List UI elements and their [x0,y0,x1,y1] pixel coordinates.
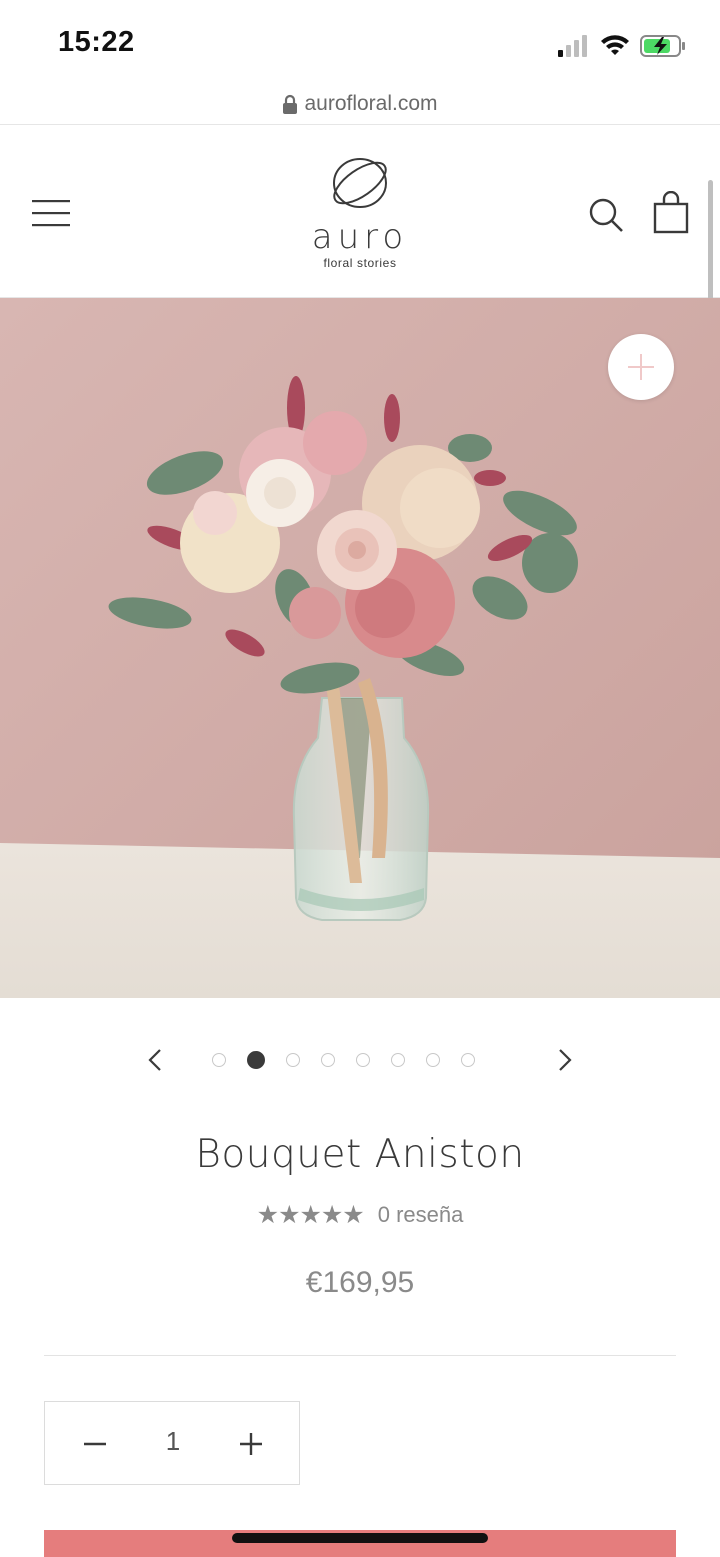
quantity-stepper: 1 [44,1401,300,1485]
brand-logo[interactable]: auro floral stories [290,155,430,270]
divider [44,1355,676,1356]
chevron-left-icon [148,1049,161,1071]
product-price: €169,95 [305,1266,415,1299]
quantity-decrease-button[interactable] [75,1424,115,1464]
gallery-next-button[interactable] [550,1044,580,1076]
product-title: Bouquet Aniston [195,1132,525,1177]
browser-address-bar[interactable]: aurofloral.com [0,84,720,125]
gallery-dot[interactable] [426,1053,440,1067]
quantity-increase-button[interactable] [231,1424,271,1464]
status-icons [558,32,686,60]
gallery-navigation [0,1040,720,1080]
gallery-dot[interactable] [286,1053,300,1067]
gallery-dot[interactable] [212,1053,226,1067]
quantity-value[interactable]: 1 [153,1426,193,1457]
wifi-icon [601,35,629,55]
product-rating[interactable]: ★★★★★ 0 reseña [0,1200,720,1230]
signal-icon [558,35,587,57]
site-header: auro floral stories [0,125,720,298]
gallery-dot[interactable] [247,1051,265,1069]
status-bar: 15:22 [0,0,720,84]
brand-name: auro [311,217,409,257]
zoom-plus-icon [628,354,654,380]
product-image[interactable] [0,298,720,998]
search-button[interactable] [586,195,626,235]
zoom-button[interactable] [608,334,674,400]
url-text: aurofloral.com [304,92,438,115]
logo-icon [333,158,387,208]
search-icon [589,198,623,232]
gallery-prev-button[interactable] [140,1044,170,1076]
review-count[interactable]: 0 reseña [378,1202,464,1228]
gallery-dot[interactable] [356,1053,370,1067]
gallery-dots [212,1050,475,1070]
cart-icon [653,190,689,234]
gallery-dot[interactable] [391,1053,405,1067]
menu-icon [32,200,70,227]
gallery-dot[interactable] [321,1053,335,1067]
bouquet-illustration [0,298,720,998]
status-time: 15:22 [58,26,135,58]
brand-tagline: floral stories [323,256,397,270]
chevron-right-icon [559,1049,572,1071]
plus-icon [240,1433,262,1455]
menu-button[interactable] [30,195,74,231]
cart-button[interactable] [652,190,690,235]
lock-icon [283,94,298,114]
battery-icon [640,35,685,57]
home-indicator[interactable] [232,1533,488,1543]
rating-stars: ★★★★★ [256,1201,365,1229]
gallery-dot[interactable] [461,1053,475,1067]
minus-icon [84,1442,106,1446]
